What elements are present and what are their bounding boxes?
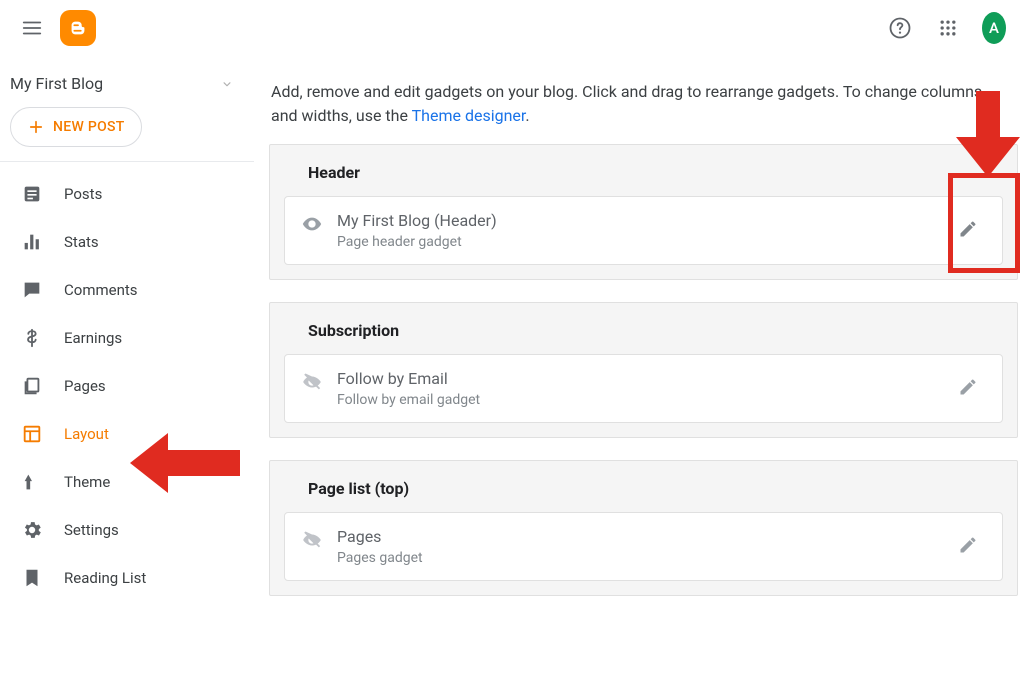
- gadget-title: Pages: [337, 527, 936, 546]
- section-page-list-top: Page list (top) Pages Pages gadget: [269, 460, 1018, 596]
- help-icon: [888, 16, 912, 40]
- posts-icon: [20, 182, 44, 206]
- intro-text: Add, remove and edit gadgets on your blo…: [269, 66, 1018, 144]
- new-post-button[interactable]: NEW POST: [10, 107, 142, 147]
- account-button[interactable]: A: [976, 8, 1012, 48]
- sidebar-item-label: Posts: [64, 185, 102, 203]
- sidebar-item-label: Settings: [64, 521, 119, 539]
- sidebar-item-label: Earnings: [64, 329, 122, 347]
- sidebar-item-label: Layout: [64, 425, 109, 443]
- gadget-title: My First Blog (Header): [337, 211, 936, 230]
- visibility-off-icon: [301, 371, 323, 393]
- sidebar-item-label: Reading List: [64, 569, 146, 587]
- apps-grid-icon: [938, 18, 958, 38]
- visibility-off-icon: [301, 529, 323, 551]
- sidebar-item-stats[interactable]: Stats: [8, 218, 246, 266]
- earnings-icon: [20, 326, 44, 350]
- section-title: Subscription: [270, 303, 1017, 354]
- gadget-card-pages[interactable]: Pages Pages gadget: [284, 512, 1003, 581]
- avatar: A: [982, 12, 1006, 44]
- gadget-subtitle: Follow by email gadget: [337, 392, 936, 408]
- edit-gadget-button[interactable]: [950, 211, 986, 247]
- sidebar-item-pages[interactable]: Pages: [8, 362, 246, 410]
- sidebar-item-posts[interactable]: Posts: [8, 170, 246, 218]
- section-header: Header My First Blog (Header) Page heade…: [269, 144, 1018, 280]
- chevron-down-icon: [220, 77, 234, 91]
- sidebar-item-settings[interactable]: Settings: [8, 506, 246, 554]
- visibility-on-icon: [301, 213, 323, 235]
- theme-icon: [20, 470, 44, 494]
- new-post-label: NEW POST: [53, 119, 125, 135]
- sidebar-item-label: Theme: [64, 473, 110, 491]
- plus-icon: [27, 118, 45, 136]
- sidebar-item-layout[interactable]: Layout: [8, 410, 246, 458]
- layout-icon: [20, 422, 44, 446]
- section-title: Page list (top): [270, 461, 1017, 512]
- gadget-subtitle: Page header gadget: [337, 234, 936, 250]
- pencil-icon: [958, 377, 978, 397]
- sidebar: My First Blog NEW POST Posts Stats: [0, 56, 255, 682]
- main-content: Add, remove and edit gadgets on your blo…: [255, 56, 1024, 682]
- gadget-card-header[interactable]: My First Blog (Header) Page header gadge…: [284, 196, 1003, 265]
- gadget-card-follow-email[interactable]: Follow by Email Follow by email gadget: [284, 354, 1003, 423]
- help-button[interactable]: [880, 8, 920, 48]
- sidebar-item-reading-list[interactable]: Reading List: [8, 554, 246, 602]
- theme-designer-link[interactable]: Theme designer: [412, 106, 526, 125]
- gadget-subtitle: Pages gadget: [337, 550, 936, 566]
- pencil-icon: [958, 535, 978, 555]
- comments-icon: [20, 278, 44, 302]
- stats-icon: [20, 230, 44, 254]
- bookmark-icon: [20, 566, 44, 590]
- blog-title: My First Blog: [10, 74, 103, 93]
- edit-gadget-button[interactable]: [950, 369, 986, 405]
- blogger-logo: [60, 10, 96, 46]
- intro-text-end: .: [525, 106, 529, 125]
- blog-selector[interactable]: My First Blog: [0, 64, 254, 107]
- edit-gadget-button[interactable]: [950, 527, 986, 563]
- sidebar-item-label: Comments: [64, 281, 138, 299]
- sidebar-item-earnings[interactable]: Earnings: [8, 314, 246, 362]
- section-title: Header: [270, 145, 1017, 196]
- section-subscription: Subscription Follow by Email Follow by e…: [269, 302, 1018, 438]
- sidebar-item-label: Stats: [64, 233, 99, 251]
- menu-icon: [21, 17, 43, 39]
- sidebar-item-label: Pages: [64, 377, 106, 395]
- sidebar-item-theme[interactable]: Theme: [8, 458, 246, 506]
- intro-text-part: Add, remove and edit gadgets on your blo…: [271, 82, 982, 125]
- pencil-icon: [958, 219, 978, 239]
- app-bar: A: [0, 0, 1024, 56]
- hamburger-menu-button[interactable]: [12, 8, 52, 48]
- gadget-title: Follow by Email: [337, 369, 936, 388]
- apps-button[interactable]: [928, 8, 968, 48]
- sidebar-item-comments[interactable]: Comments: [8, 266, 246, 314]
- gear-icon: [20, 518, 44, 542]
- pages-icon: [20, 374, 44, 398]
